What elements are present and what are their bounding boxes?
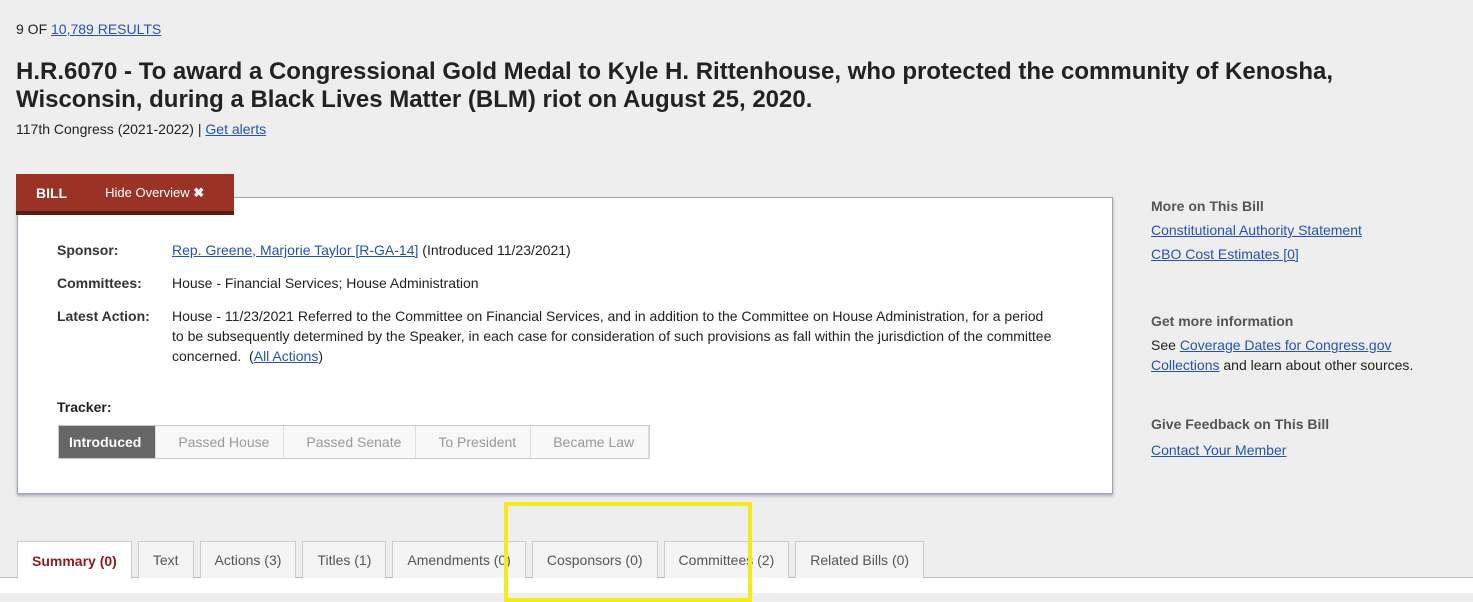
tab-related-bills[interactable]: Related Bills (0) — [795, 541, 925, 578]
latest-action-row: Latest Action: House - 11/23/2021 Referre… — [57, 308, 1052, 364]
congress-info: 117th Congress (2021-2022) | Get alerts — [16, 121, 267, 137]
get-alerts-link[interactable]: Get alerts — [205, 121, 266, 137]
bill-tabs: Summary (0) Text Actions (3) Titles (1) … — [17, 541, 925, 579]
page-title: H.R.6070 - To award a Congressional Gold… — [16, 58, 1334, 113]
bill-tracker: Introduced Passed House Passed Senate To… — [58, 425, 651, 459]
close-icon: ✖ — [193, 184, 205, 200]
tracker-step: Passed Senate — [284, 426, 417, 458]
tracker-step: Became Law — [531, 426, 650, 458]
tab-titles[interactable]: Titles (1) — [302, 541, 387, 578]
tab-amendments[interactable]: Amendments (0) — [392, 541, 526, 578]
cbo-cost-link[interactable]: CBO Cost Estimates [0] — [1151, 246, 1299, 262]
all-actions-link[interactable]: All Actions — [254, 348, 319, 364]
tracker-step: Passed House — [156, 426, 285, 458]
contact-member-link[interactable]: Contact Your Member — [1151, 442, 1286, 458]
tab-committees[interactable]: Committees (2) — [663, 541, 790, 578]
hide-overview-button[interactable]: Hide Overview ✖ — [105, 185, 204, 201]
tracker-step: To President — [416, 426, 532, 458]
tab-content — [0, 578, 1473, 593]
sponsor-row: Sponsor: Rep. Greene, Marjorie Taylor [R-… — [57, 242, 571, 258]
bill-label: BILL — [36, 184, 68, 201]
tab-cosponsors[interactable]: Cosponsors (0) — [531, 541, 658, 578]
sponsor-link[interactable]: Rep. Greene, Marjorie Taylor [R-GA-14] — [172, 242, 418, 258]
feedback: Give Feedback on This Bill Contact Your … — [1151, 416, 1330, 458]
results-count: 9 OF 10,789 RESULTS — [16, 21, 162, 37]
tracker-label: Tracker: — [57, 399, 112, 415]
tab-summary[interactable]: Summary (0) — [17, 541, 132, 579]
tab-actions[interactable]: Actions (3) — [199, 541, 297, 578]
tab-text[interactable]: Text — [137, 541, 194, 578]
more-info: Get more information See Coverage Dates … — [1151, 313, 1414, 373]
results-link[interactable]: 10,789 RESULTS — [51, 21, 161, 37]
bill-tab: BILL Hide Overview ✖ — [16, 174, 234, 215]
tracker-step: Introduced — [59, 426, 157, 458]
committees-row: Committees: House - Financial Services; H… — [57, 275, 479, 291]
constitutional-authority-link[interactable]: Constitutional Authority Statement — [1151, 222, 1362, 238]
more-on-bill: More on This Bill Constitutional Authori… — [1151, 198, 1362, 262]
